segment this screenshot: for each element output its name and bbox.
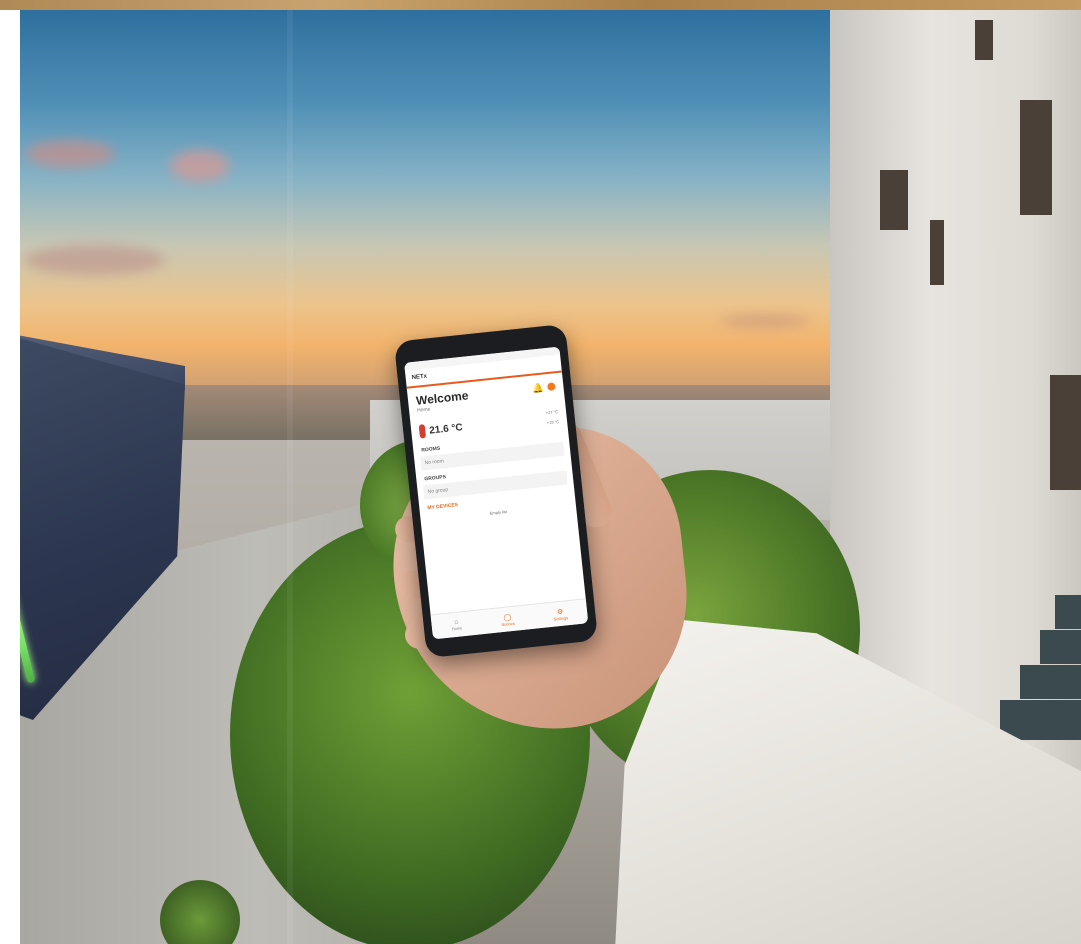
photo-scene: NETx Welcome 🔔 Home 21.6 °C +27 °C +19 °… bbox=[0, 0, 1081, 944]
temp-min: +19 °C bbox=[546, 419, 560, 426]
bottom-nav: ⌂ Home ◯ Scenes ⚙ Settings bbox=[430, 598, 589, 640]
header-icons: 🔔 bbox=[532, 381, 556, 394]
nav-home[interactable]: ⌂ Home bbox=[451, 618, 463, 632]
top-strip bbox=[0, 0, 1081, 10]
stair-step bbox=[1000, 700, 1081, 740]
window bbox=[880, 170, 908, 230]
window bbox=[975, 20, 993, 60]
stair-step bbox=[1055, 595, 1081, 629]
thermometer-icon bbox=[418, 424, 427, 439]
cloud bbox=[25, 245, 165, 275]
profile-dot-icon[interactable] bbox=[546, 382, 556, 392]
window bbox=[1020, 100, 1052, 215]
nav-scenes[interactable]: ◯ Scenes bbox=[500, 612, 515, 627]
window bbox=[1050, 375, 1081, 490]
nav-home-label: Home bbox=[451, 625, 463, 632]
app-bar-title: NETx bbox=[411, 373, 428, 382]
smartphone: NETx Welcome 🔔 Home 21.6 °C +27 °C +19 °… bbox=[393, 323, 599, 659]
cloud bbox=[170, 150, 230, 182]
cloud bbox=[25, 140, 115, 168]
temp-range: +27 °C +19 °C bbox=[545, 407, 559, 428]
bell-icon[interactable]: 🔔 bbox=[532, 382, 544, 394]
app-screen: NETx Welcome 🔔 Home 21.6 °C +27 °C +19 °… bbox=[404, 346, 589, 640]
cloud bbox=[720, 315, 810, 327]
window bbox=[930, 220, 944, 285]
stair-step bbox=[1020, 665, 1081, 699]
temperature-value: 21.6 °C bbox=[428, 421, 464, 437]
nav-scenes-label: Scenes bbox=[501, 620, 515, 627]
left-margin bbox=[0, 10, 20, 944]
panel-overlay bbox=[287, 10, 293, 944]
nav-settings[interactable]: ⚙ Settings bbox=[553, 607, 569, 622]
stair-step bbox=[1040, 630, 1081, 664]
nav-settings-label: Settings bbox=[553, 614, 569, 622]
temperature-display: 21.6 °C bbox=[418, 420, 464, 439]
